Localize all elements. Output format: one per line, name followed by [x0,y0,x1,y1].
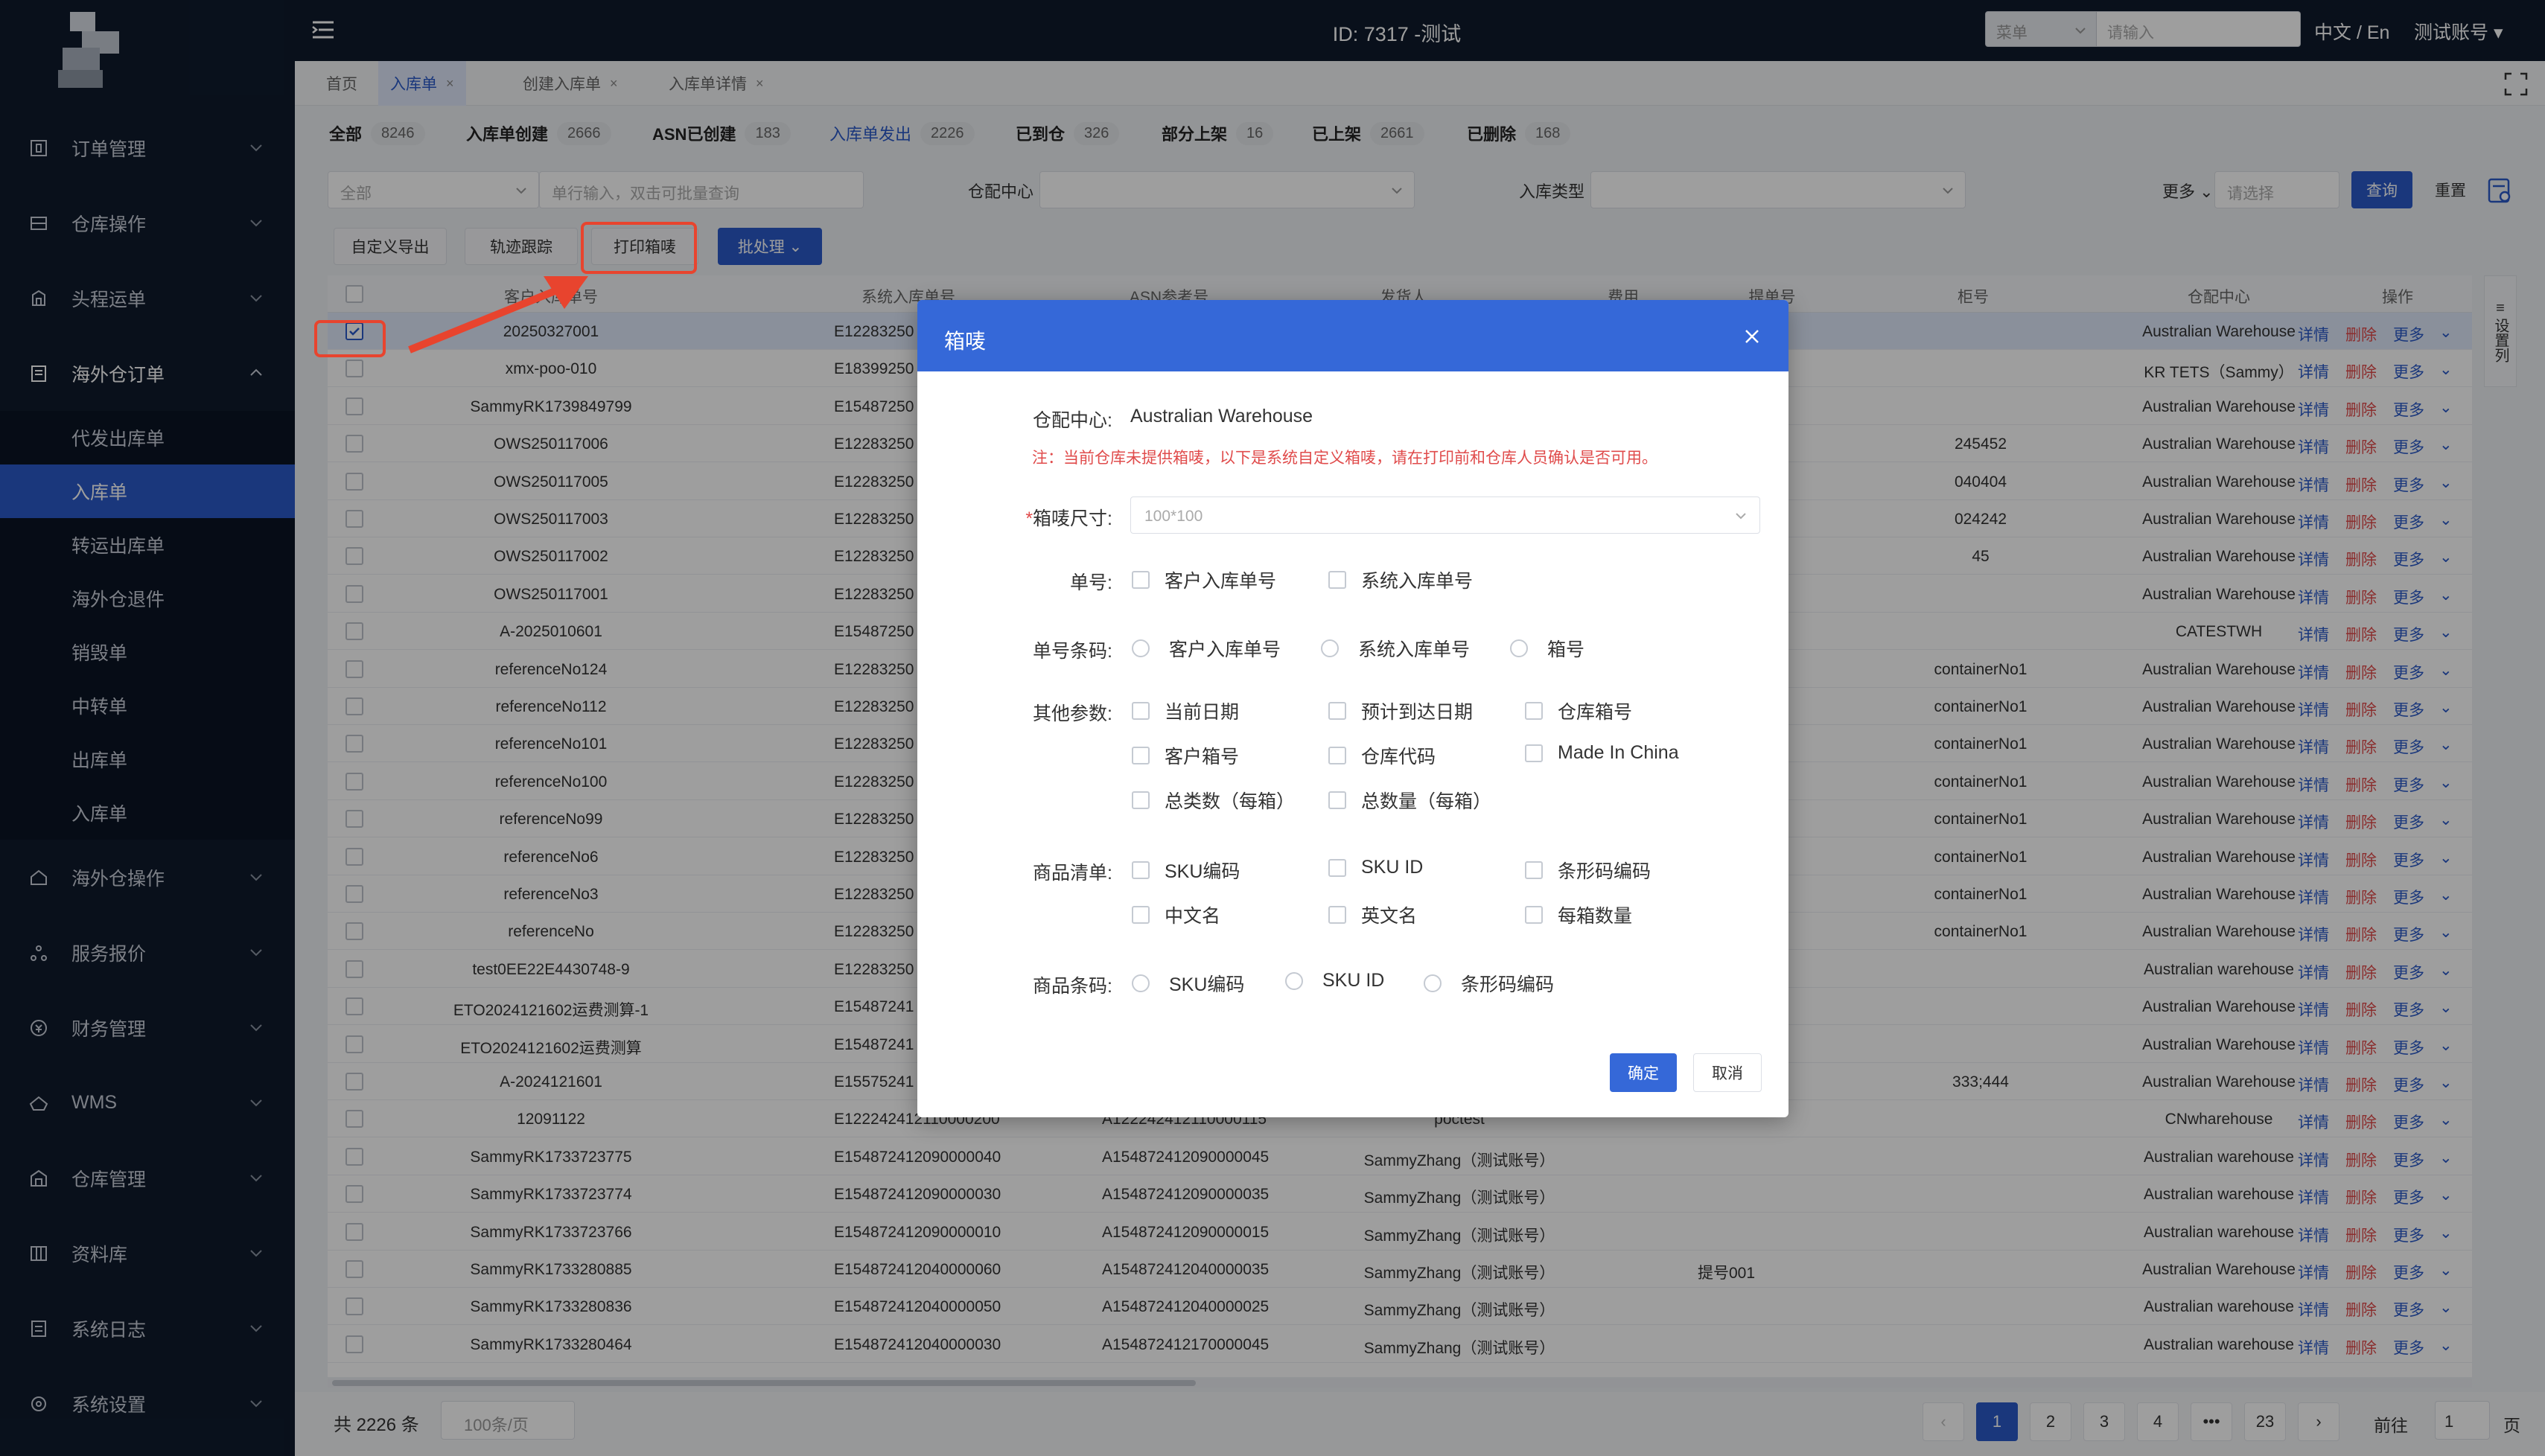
chevron-down-icon [1736,513,1746,520]
goods-barcode-option-sku-id[interactable]: SKU ID [1285,970,1384,992]
close-icon[interactable] [1742,327,1762,346]
option-label: SKU编码 [1165,861,1240,882]
option-label: 条形码编码 [1558,861,1651,882]
goods-option-cn-name[interactable]: 中文名 [1132,901,1220,928]
option-label: Made In China [1558,742,1679,763]
checkbox[interactable] [1328,791,1346,809]
dialog-title: 箱唛 [944,330,987,353]
radio[interactable] [1424,974,1442,992]
checkbox-highlight [314,320,386,357]
checkbox[interactable] [1525,906,1543,924]
barcode-label: 单号条码: [1033,641,1112,662]
radio[interactable] [1285,971,1303,990]
radio[interactable] [1510,639,1528,657]
option-label: 仓库箱号 [1558,702,1633,723]
option-label: 条形码编码 [1461,974,1555,995]
warning-text: 注：当前仓库未提供箱唛，以下是系统自定义箱唛，请在打印前和仓库人员确认是否可用。 [1032,450,1657,467]
barcode-option-customer[interactable]: 客户入库单号 [1132,635,1281,662]
dialog-header: 箱唛 [917,300,1788,371]
checkbox[interactable] [1328,702,1346,720]
checkbox[interactable] [1328,747,1346,764]
checkbox[interactable] [1132,906,1150,924]
other-option-customer-box[interactable]: 客户箱号 [1132,742,1239,769]
checkbox[interactable] [1525,702,1543,720]
goods-option-qty-per-box[interactable]: 每箱数量 [1525,901,1632,928]
order-option-system[interactable]: 系统入库单号 [1328,566,1473,593]
option-label: 中文名 [1165,906,1221,927]
box-size-value: 100*100 [1144,508,1203,525]
goods-list-label: 商品清单: [1033,863,1112,884]
option-label: 总类数（每箱） [1165,791,1296,812]
option-label: 英文名 [1361,906,1418,927]
radio[interactable] [1132,974,1150,992]
barcode-option-system[interactable]: 系统入库单号 [1321,635,1470,662]
other-option-eta[interactable]: 预计到达日期 [1328,697,1473,724]
option-label: 系统入库单号 [1358,639,1471,660]
center-label: 仓配中心: [1033,410,1112,431]
checkbox[interactable] [1525,744,1543,762]
order-option-customer[interactable]: 客户入库单号 [1132,566,1276,593]
option-label: SKU编码 [1169,974,1245,995]
option-label: SKU ID [1322,970,1385,991]
other-option-total-qty[interactable]: 总数量（每箱） [1328,787,1491,814]
print-button-highlight [581,222,697,274]
goods-option-sku[interactable]: SKU编码 [1132,857,1240,884]
goods-barcode-label: 商品条码: [1033,976,1112,997]
size-label-text: 箱唛尺寸: [1033,508,1112,529]
size-label: *箱唛尺寸: [917,504,1112,531]
other-option-wh-code[interactable]: 仓库代码 [1328,742,1436,769]
required-mark: * [1025,508,1033,529]
box-size-select[interactable]: 100*100 [1130,496,1760,534]
box-mark-dialog: 箱唛 仓配中心: Australian Warehouse 注：当前仓库未提供箱… [917,300,1788,1117]
option-label: 当前日期 [1165,702,1240,723]
option-label: 预计到达日期 [1361,702,1474,723]
option-label: 每箱数量 [1558,906,1633,927]
option-label: 仓库代码 [1361,747,1436,767]
order-no-label: 单号: [1070,572,1112,593]
option-label: 客户箱号 [1165,747,1240,767]
barcode-option-box[interactable]: 箱号 [1510,635,1584,662]
goods-barcode-option-sku[interactable]: SKU编码 [1132,970,1244,997]
checkbox[interactable] [1132,791,1150,809]
checkbox[interactable] [1525,861,1543,879]
confirm-button[interactable]: 确定 [1610,1053,1677,1092]
option-label: 系统入库单号 [1361,571,1474,592]
app-root: 订单管理 仓库操作 头程运单 海外仓订单 代发出库单 入库单 转运出库单 海外仓… [0,0,2545,1456]
other-option-wh-box[interactable]: 仓库箱号 [1525,697,1632,724]
other-option-total-types[interactable]: 总类数（每箱） [1132,787,1295,814]
option-label: 箱号 [1547,639,1585,660]
option-label: SKU ID [1361,857,1424,878]
option-label: 客户入库单号 [1165,571,1277,592]
other-params-label: 其他参数: [1033,703,1112,724]
checkbox[interactable] [1132,747,1150,764]
cancel-button[interactable]: 取消 [1693,1053,1762,1092]
radio[interactable] [1132,639,1150,657]
checkbox[interactable] [1132,861,1150,879]
goods-barcode-option-barcode[interactable]: 条形码编码 [1424,970,1554,997]
goods-option-barcode[interactable]: 条形码编码 [1525,857,1651,884]
checkbox[interactable] [1328,858,1346,877]
checkbox[interactable] [1328,906,1346,924]
checkbox[interactable] [1132,571,1150,589]
option-label: 客户入库单号 [1169,639,1281,660]
goods-option-sku-id[interactable]: SKU ID [1328,857,1423,878]
checkbox[interactable] [1328,571,1346,589]
other-option-current-date[interactable]: 当前日期 [1132,697,1239,724]
goods-option-en-name[interactable]: 英文名 [1328,901,1417,928]
radio[interactable] [1321,639,1339,657]
option-label: 总数量（每箱） [1361,791,1492,812]
center-value: Australian Warehouse [1130,406,1313,427]
checkbox[interactable] [1132,702,1150,720]
other-option-made-in-china[interactable]: Made In China [1525,742,1679,764]
arrow-icon [408,276,588,354]
